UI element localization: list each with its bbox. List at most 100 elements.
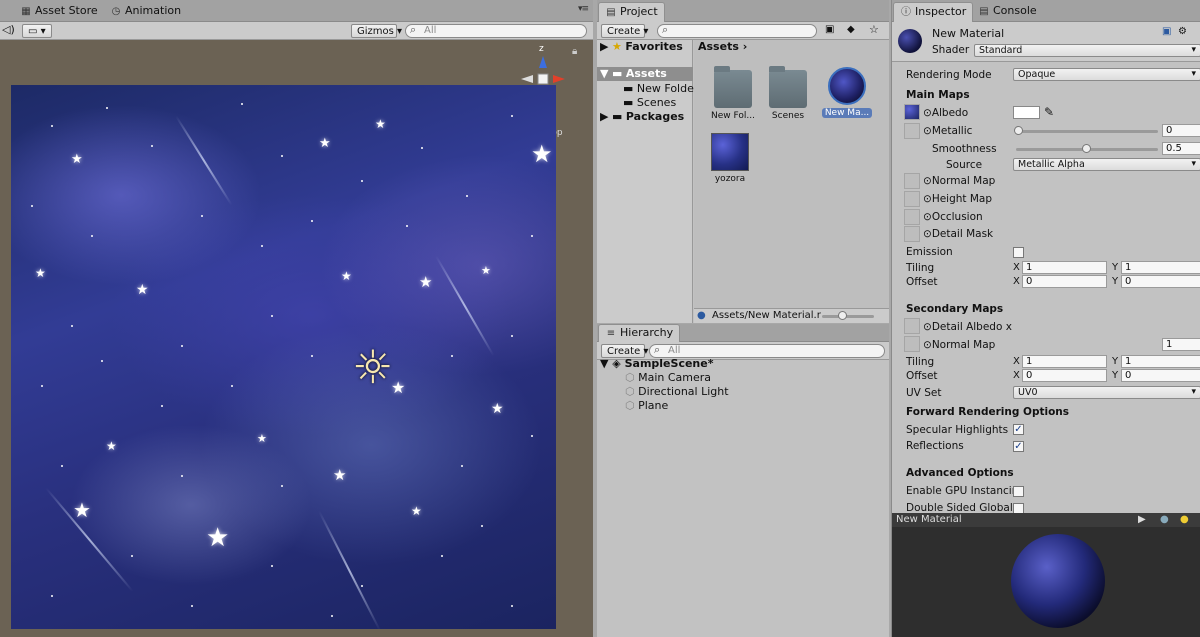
- tree-packages[interactable]: ▶ ▬ Packages: [597, 110, 684, 124]
- inspector-tab-bar: ⓘ Inspector ▤ Console: [892, 0, 1200, 22]
- material-preview-area[interactable]: [892, 527, 1200, 637]
- x-label: X: [1013, 262, 1020, 273]
- breadcrumb[interactable]: Assets ›: [698, 40, 747, 53]
- rendering-mode-dropdown[interactable]: Opaque: [1013, 68, 1200, 81]
- offset-x-field[interactable]: 0: [1022, 275, 1107, 288]
- secondary-normal-map-slot[interactable]: [904, 336, 920, 352]
- shader-dropdown[interactable]: Standard: [974, 44, 1200, 57]
- tiling-y-field[interactable]: 1: [1121, 261, 1200, 274]
- tab-project[interactable]: ▤ Project: [598, 2, 665, 22]
- tab-console[interactable]: ▤ Console: [972, 2, 1043, 22]
- eyedropper-icon[interactable]: ✎: [1044, 105, 1054, 119]
- play-icon[interactable]: ▶: [1138, 513, 1146, 527]
- smoothness-value-field[interactable]: 0.5: [1162, 142, 1200, 155]
- normal-map-slot[interactable]: [904, 173, 920, 189]
- secondary-normal-scale-field[interactable]: 1: [1162, 338, 1200, 351]
- hierarchy-search-input[interactable]: All: [649, 344, 885, 358]
- sphere-preview-icon[interactable]: ●: [1160, 513, 1169, 527]
- tab-animation[interactable]: ◷ Animation: [104, 2, 187, 22]
- icon-size-slider[interactable]: [822, 311, 874, 320]
- asset-item[interactable]: Scenes: [760, 66, 816, 121]
- directional-light-icon[interactable]: ☼: [352, 344, 393, 390]
- secondary-tiling-x-field[interactable]: 1: [1022, 355, 1107, 368]
- project-create-button[interactable]: Create ▾: [601, 24, 648, 38]
- tiling-x-field[interactable]: 1: [1022, 261, 1107, 274]
- project-search-input[interactable]: [657, 24, 817, 38]
- secondary-offset-x-field[interactable]: 0: [1022, 369, 1107, 382]
- tab-inspector[interactable]: ⓘ Inspector: [893, 2, 974, 22]
- clock-icon: ◷: [111, 6, 121, 17]
- tiling-label: Tiling: [906, 262, 935, 274]
- tree-assets[interactable]: ▼ ▬ Assets: [597, 67, 693, 81]
- specular-highlights-checkbox[interactable]: ✓: [1013, 424, 1024, 435]
- star-icon: ★: [333, 466, 347, 484]
- height-map-slot[interactable]: [904, 191, 920, 207]
- detail-mask-slot[interactable]: [904, 226, 920, 242]
- hierarchy-item-plane[interactable]: ⬡ Plane: [597, 399, 668, 413]
- emission-checkbox[interactable]: [1013, 247, 1024, 258]
- tree-new-folder[interactable]: ▬ New Folder: [597, 82, 698, 96]
- star-icon: ★: [71, 152, 83, 167]
- material-preview-icon: [898, 29, 922, 53]
- help-icon[interactable]: ▣: [1162, 26, 1171, 37]
- metallic-slider[interactable]: [1014, 126, 1158, 135]
- hierarchy-item-directional-light[interactable]: ⬡ Directional Light: [597, 385, 729, 399]
- material-sphere-icon: [828, 67, 866, 105]
- light-preview-icon[interactable]: ●: [1180, 513, 1189, 527]
- lock-icon[interactable]: 🔒︎: [572, 46, 577, 57]
- source-label: Source: [946, 159, 983, 171]
- main-maps-heading: Main Maps: [906, 89, 970, 101]
- secondary-tiling-y-field[interactable]: 1: [1121, 355, 1200, 368]
- asset-item[interactable]: New Fol...: [705, 66, 761, 121]
- gizmos-label: Gizmos: [357, 26, 394, 37]
- star-icon: ★: [35, 266, 46, 280]
- occlusion-label: ⊙Occlusion: [923, 211, 983, 223]
- smoothness-slider[interactable]: [1016, 144, 1158, 153]
- panel-menu-icon[interactable]: ▾≡: [578, 4, 589, 14]
- forward-rendering-heading: Forward Rendering Options: [906, 406, 1070, 418]
- scene-search-input[interactable]: All: [405, 24, 587, 38]
- metallic-value-field[interactable]: 0: [1162, 124, 1200, 137]
- occlusion-slot[interactable]: [904, 209, 920, 225]
- albedo-color-swatch[interactable]: [1013, 106, 1040, 119]
- star-icon: ★: [136, 282, 149, 298]
- scene-tab-bar: ▦ Asset Store ◷ Animation ▾≡: [0, 0, 593, 22]
- scene-viewport[interactable]: z ≡ Top 🔒︎ ★ ★ ★ ★ ★ ★ ★ ★ ★ ★ ★ ★ ★ ★ ★…: [0, 40, 593, 637]
- albedo-texture-slot[interactable]: [904, 104, 920, 120]
- x-label: X: [1013, 276, 1020, 287]
- secondary-offset-label: Offset: [906, 370, 938, 382]
- detail-albedo-slot[interactable]: [904, 318, 920, 334]
- secondary-normal-map-label: ⊙Normal Map: [923, 339, 996, 351]
- tab-hierarchy[interactable]: ≡ Hierarchy: [598, 324, 681, 342]
- uv-set-dropdown[interactable]: UV0: [1013, 386, 1200, 399]
- star-icon: ★: [531, 140, 553, 168]
- secondary-offset-y-field[interactable]: 0: [1121, 369, 1200, 382]
- tree-favorites[interactable]: ▶ ★ Favorites: [597, 40, 683, 54]
- offset-y-field[interactable]: 0: [1121, 275, 1200, 288]
- metallic-texture-slot[interactable]: [904, 123, 920, 139]
- settings-gear-icon[interactable]: ⚙: [1178, 26, 1187, 37]
- scene-root-item[interactable]: ▼ ◈ SampleScene*: [597, 357, 713, 371]
- tree-scenes[interactable]: ▬ Scenes: [597, 96, 676, 110]
- audio-icon[interactable]: ◁): [2, 23, 15, 36]
- filter-type-icon[interactable]: ▣: [825, 24, 834, 35]
- hierarchy-create-button[interactable]: Create ▾: [601, 344, 648, 358]
- favorite-star-icon[interactable]: ☆: [869, 23, 879, 36]
- albedo-label: ⊙Albedo: [923, 107, 969, 119]
- gizmos-button[interactable]: Gizmos ▾: [351, 24, 402, 38]
- filter-label-icon[interactable]: ◆: [847, 24, 855, 35]
- offset-label: Offset: [906, 276, 938, 288]
- star-icon: ★: [491, 401, 504, 417]
- asset-item-selected[interactable]: New Ma...: [819, 67, 875, 118]
- gpu-instancing-checkbox[interactable]: [1013, 486, 1024, 497]
- reflections-checkbox[interactable]: ✓: [1013, 441, 1024, 452]
- specular-highlights-label: Specular Highlights: [906, 424, 1009, 436]
- tab-asset-store[interactable]: ▦ Asset Store: [14, 2, 104, 22]
- material-header: New Material Shader Standard ▣ ⚙: [892, 22, 1200, 62]
- asset-item[interactable]: yozora: [702, 133, 758, 184]
- source-dropdown[interactable]: Metallic Alpha: [1013, 158, 1200, 171]
- hierarchy-item-main-camera[interactable]: ⬡ Main Camera: [597, 371, 711, 385]
- shooting-star: [318, 510, 382, 629]
- star-icon: ★: [611, 40, 622, 53]
- scene-view-options-button[interactable]: ▭ ▾: [22, 24, 52, 38]
